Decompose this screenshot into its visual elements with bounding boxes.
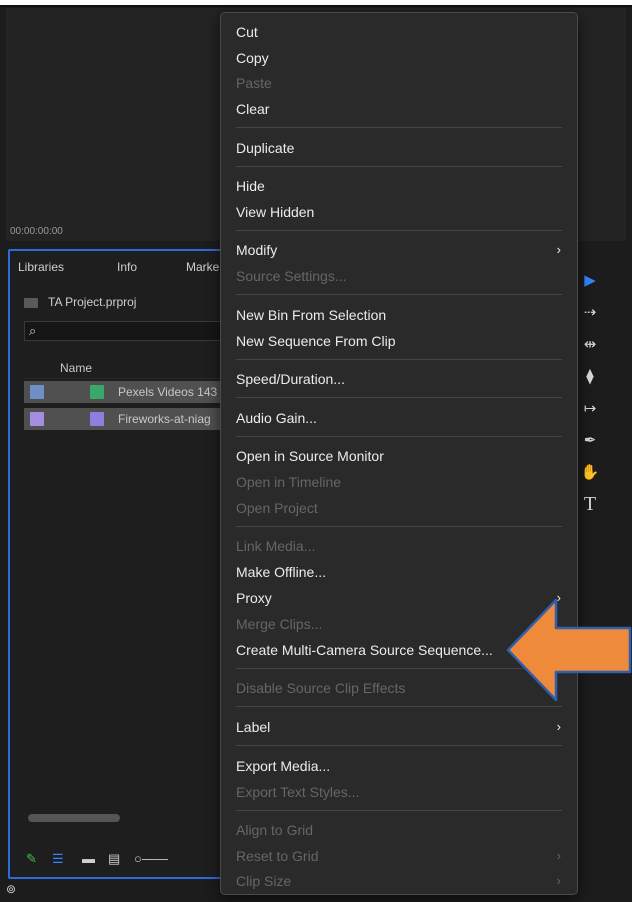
menu-item-label[interactable]: Label xyxy=(236,719,270,735)
menu-item-audio-gain[interactable]: Audio Gain... xyxy=(236,410,317,426)
menu-item-merge-clips: Merge Clips... xyxy=(236,616,323,632)
panel-bottom-toolbar: ✎ ☰ ▬ ▤ ○—— xyxy=(24,851,224,867)
sequence-icon xyxy=(90,385,104,399)
menu-item-paste: Paste xyxy=(236,75,272,91)
label-swatch xyxy=(30,412,44,426)
tab-info[interactable]: Info xyxy=(117,260,137,274)
freeform-view-icon[interactable]: ▤ xyxy=(108,851,120,867)
label-swatch xyxy=(30,385,44,399)
menu-item-align-to-grid: Align to Grid xyxy=(236,822,314,838)
timecode: 00:00:00:00 xyxy=(10,226,63,237)
pen-tool-icon[interactable]: ✒ xyxy=(578,431,602,449)
menu-item-source-settings: Source Settings... xyxy=(236,268,347,284)
submenu-chevron-icon: › xyxy=(556,719,561,734)
pencil-icon[interactable]: ✎ xyxy=(26,851,37,867)
context-menu: Cut Copy Paste Clear Duplicate Hide View… xyxy=(220,12,578,895)
menu-item-speed-duration[interactable]: Speed/Duration... xyxy=(236,371,345,387)
menu-item-cut[interactable]: Cut xyxy=(236,24,258,40)
column-header-name[interactable]: Name xyxy=(24,361,224,379)
menu-item-new-bin-from-selection[interactable]: New Bin From Selection xyxy=(236,307,386,323)
menu-item-view-hidden[interactable]: View Hidden xyxy=(236,204,314,220)
annotation-arrow-icon xyxy=(506,598,632,702)
menu-item-export-media[interactable]: Export Media... xyxy=(236,758,330,774)
selection-tool-icon[interactable]: ▶ xyxy=(578,271,602,289)
clip-icon xyxy=(90,412,104,426)
menu-separator xyxy=(236,294,562,295)
menu-item-open-project: Open Project xyxy=(236,500,318,516)
tools-panel: ▶ ⇢ ⇹ ⧫ ↦ ✒ ✋ T xyxy=(578,267,610,527)
project-panel: Libraries Info Marke TA Project.prproj ⌕… xyxy=(8,249,234,879)
menu-separator xyxy=(236,745,562,746)
zoom-slider[interactable]: ○—— xyxy=(134,851,168,866)
menu-item-create-multi-camera-source-sequence[interactable]: Create Multi-Camera Source Sequence... xyxy=(236,642,493,658)
list-item[interactable]: Fireworks-at-niag xyxy=(24,408,224,430)
type-tool-icon[interactable]: T xyxy=(578,493,602,516)
menu-item-make-offline[interactable]: Make Offline... xyxy=(236,564,326,580)
menu-item-proxy[interactable]: Proxy xyxy=(236,590,272,606)
menu-separator xyxy=(236,359,562,360)
menu-item-clear[interactable]: Clear xyxy=(236,101,269,117)
menu-separator xyxy=(236,810,562,811)
list-view-icon[interactable]: ☰ xyxy=(52,851,64,867)
horizontal-scrollbar[interactable] xyxy=(28,814,120,822)
menu-separator xyxy=(236,397,562,398)
menu-item-disable-source-clip-effects: Disable Source Clip Effects xyxy=(236,680,406,696)
panel-tabs: Libraries Info Marke xyxy=(10,251,221,279)
menu-item-copy[interactable]: Copy xyxy=(236,50,269,66)
menu-item-clip-size: Clip Size xyxy=(236,873,292,889)
submenu-chevron-icon: › xyxy=(556,873,561,888)
menu-item-link-media: Link Media... xyxy=(236,538,316,554)
menu-separator xyxy=(236,230,562,231)
track-select-tool-icon[interactable]: ⇢ xyxy=(578,303,602,321)
menu-separator xyxy=(236,706,562,707)
app-window: 00:00:00:00 Libraries Info Marke TA Proj… xyxy=(0,0,632,902)
tab-markers[interactable]: Marke xyxy=(186,260,219,274)
menu-item-reset-to-grid: Reset to Grid xyxy=(236,848,319,864)
item-label: Fireworks-at-niag xyxy=(118,412,211,426)
project-name: TA Project.prproj xyxy=(48,295,137,309)
project-name-row: TA Project.prproj xyxy=(24,295,136,309)
hand-tool-icon[interactable]: ✋ xyxy=(578,463,602,481)
menu-item-open-in-source-monitor[interactable]: Open in Source Monitor xyxy=(236,448,384,464)
creative-cloud-icon[interactable]: ⊚ xyxy=(6,882,16,896)
menu-item-duplicate[interactable]: Duplicate xyxy=(236,140,294,156)
razor-tool-icon[interactable]: ⧫ xyxy=(578,367,602,385)
project-folder-icon xyxy=(24,297,38,308)
ripple-edit-tool-icon[interactable]: ⇹ xyxy=(578,335,602,353)
submenu-chevron-icon: › xyxy=(556,848,561,863)
icon-view-icon[interactable]: ▬ xyxy=(82,851,95,866)
menu-separator xyxy=(236,436,562,437)
list-item[interactable]: Pexels Videos 143 xyxy=(24,381,224,403)
menu-item-new-sequence-from-clip[interactable]: New Sequence From Clip xyxy=(236,333,396,349)
menu-item-export-text-styles: Export Text Styles... xyxy=(236,784,360,800)
search-icon: ⌕ xyxy=(29,323,37,338)
menu-separator xyxy=(236,526,562,527)
search-input[interactable]: ⌕ xyxy=(24,321,234,341)
item-label: Pexels Videos 143 xyxy=(118,385,218,399)
menu-separator xyxy=(236,127,562,128)
top-border xyxy=(0,0,632,7)
menu-separator xyxy=(236,166,562,167)
submenu-chevron-icon: › xyxy=(556,242,561,257)
slip-tool-icon[interactable]: ↦ xyxy=(578,399,602,417)
menu-item-modify[interactable]: Modify xyxy=(236,242,277,258)
menu-item-hide[interactable]: Hide xyxy=(236,178,265,194)
menu-item-open-in-timeline: Open in Timeline xyxy=(236,474,342,490)
tab-libraries[interactable]: Libraries xyxy=(18,260,64,274)
